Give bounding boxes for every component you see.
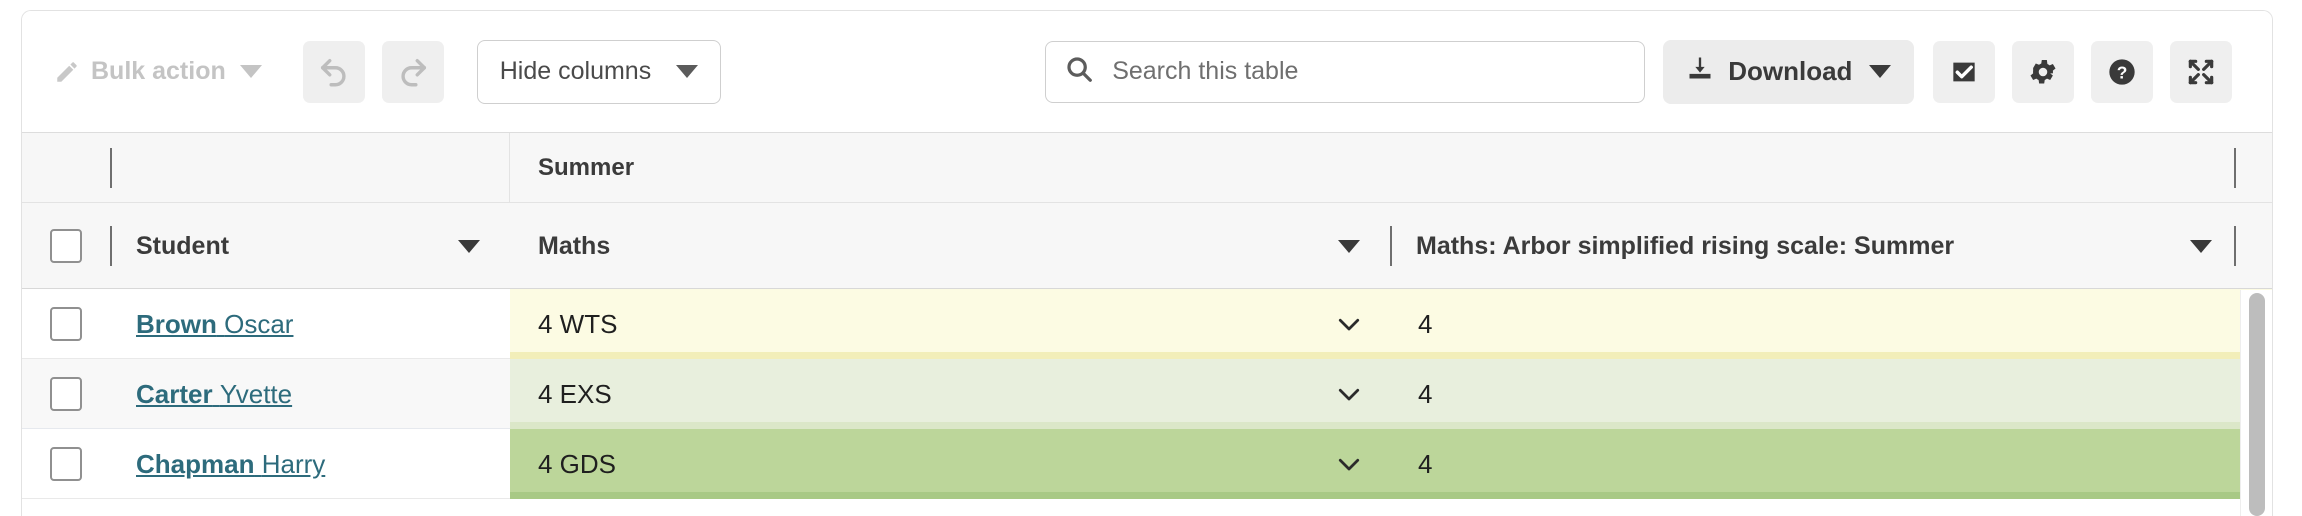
column-header-maths[interactable]: Maths	[510, 203, 1390, 289]
scale-value: 4	[1418, 378, 1433, 409]
row-select-cell	[22, 289, 110, 359]
download-icon	[1686, 54, 1714, 89]
column-resize-handle[interactable]	[2234, 148, 2236, 188]
undo-arrow-icon	[317, 55, 351, 89]
column-resize-handle[interactable]	[2234, 226, 2236, 266]
scale-value-cell[interactable]: 4	[1390, 289, 2272, 359]
checkbox-checked-icon	[1948, 56, 1980, 88]
table-header-row: Student Maths Maths: Arbor simplified ri…	[22, 203, 2272, 289]
student-name-link[interactable]: Brown Oscar	[136, 309, 293, 340]
group-header-summer: Summer	[510, 133, 1390, 203]
student-name-link[interactable]: Carter Yvette	[136, 379, 292, 410]
row-checkbox[interactable]	[50, 307, 82, 341]
table-screen: Bulk action Hide columns Search this tab…	[0, 0, 2302, 516]
select-all-checkbox[interactable]	[50, 229, 82, 263]
scale-value: 4	[1418, 308, 1433, 339]
select-all-button[interactable]	[1933, 40, 1996, 103]
row-select-cell	[22, 359, 110, 429]
group-header-label: Summer	[538, 154, 635, 181]
chevron-down-icon	[239, 65, 262, 78]
student-name-link[interactable]: Chapman Harry	[136, 449, 325, 480]
data-table: Summer Student Maths Maths: Arbor simpli…	[22, 133, 2272, 516]
chevron-down-icon[interactable]	[1334, 449, 1364, 479]
search-input[interactable]	[1112, 57, 1627, 86]
column-header-scale[interactable]: Maths: Arbor simplified rising scale: Su…	[1390, 203, 2272, 289]
group-header-scale	[1390, 133, 2272, 203]
undo-button[interactable]	[302, 40, 365, 103]
group-header-student	[110, 133, 510, 203]
row-checkbox[interactable]	[50, 447, 82, 481]
bulk-action-label: Bulk action	[91, 57, 226, 85]
student-cell: Carter Yvette	[110, 359, 510, 429]
gear-icon	[2027, 56, 2059, 88]
undo-redo-group	[302, 40, 444, 103]
column-resize-handle[interactable]	[110, 148, 112, 188]
scale-value-cell[interactable]: 4	[1390, 429, 2272, 499]
column-header-label: Maths	[538, 231, 611, 260]
table-row: Carter Yvette 4 EXS 4	[22, 359, 2272, 429]
search-box[interactable]	[1045, 40, 1646, 103]
chevron-down-icon	[1869, 65, 1892, 78]
settings-button[interactable]	[2012, 40, 2075, 103]
table-body: Brown Oscar 4 WTS 4 Carter Yvette 4 EXS 4 Chap…	[22, 289, 2272, 499]
download-button[interactable]: Download	[1663, 39, 1915, 104]
student-cell: Chapman Harry	[110, 429, 510, 499]
svg-text:?: ?	[2117, 62, 2128, 82]
sort-caret-icon[interactable]	[458, 239, 480, 253]
table-card: Bulk action Hide columns Search this tab…	[21, 10, 2273, 516]
expand-arrows-icon	[2185, 56, 2217, 88]
hide-columns-label: Hide columns	[499, 57, 652, 85]
column-header-label: Student	[136, 231, 230, 260]
pencil-icon	[54, 59, 80, 85]
table-row: Chapman Harry 4 GDS 4	[22, 429, 2272, 499]
question-mark-circle-icon: ?	[2106, 56, 2138, 88]
maths-grade-cell[interactable]: 4 WTS	[510, 289, 1390, 359]
maths-grade-value: 4 GDS	[538, 448, 617, 479]
table-row: Brown Oscar 4 WTS 4	[22, 289, 2272, 359]
row-select-cell	[22, 429, 110, 499]
scrollbar-thumb[interactable]	[2249, 293, 2265, 516]
maths-grade-value: 4 EXS	[538, 378, 612, 409]
vertical-scrollbar[interactable]	[2249, 293, 2265, 516]
student-cell: Brown Oscar	[110, 289, 510, 359]
chevron-down-icon[interactable]	[1334, 379, 1364, 409]
fullscreen-button[interactable]	[2170, 40, 2233, 103]
maths-grade-value: 4 WTS	[538, 308, 618, 339]
bulk-action-button[interactable]: Bulk action	[48, 47, 268, 96]
toolbar-icon-group: ?	[1933, 40, 2233, 103]
download-label: Download	[1728, 56, 1853, 86]
chevron-down-icon	[676, 65, 699, 78]
redo-button[interactable]	[381, 40, 444, 103]
search-icon	[1064, 54, 1094, 89]
hide-columns-button[interactable]: Hide columns	[476, 39, 722, 104]
help-button[interactable]: ?	[2091, 40, 2154, 103]
maths-grade-cell[interactable]: 4 GDS	[510, 429, 1390, 499]
table-group-header-row: Summer	[22, 133, 2272, 203]
column-header-student[interactable]: Student	[110, 203, 510, 289]
redo-arrow-icon	[396, 55, 430, 89]
group-header-spacer	[22, 133, 110, 203]
sort-caret-icon[interactable]	[1338, 239, 1360, 253]
chevron-down-icon[interactable]	[1334, 309, 1364, 339]
sort-caret-icon[interactable]	[2190, 239, 2212, 253]
column-header-label: Maths: Arbor simplified rising scale: Su…	[1416, 231, 1955, 260]
row-checkbox[interactable]	[50, 377, 82, 411]
select-all-cell	[22, 203, 110, 289]
table-toolbar: Bulk action Hide columns Search this tab…	[22, 11, 2272, 133]
scale-value-cell[interactable]: 4	[1390, 359, 2272, 429]
maths-grade-cell[interactable]: 4 EXS	[510, 359, 1390, 429]
scale-value: 4	[1418, 448, 1433, 479]
